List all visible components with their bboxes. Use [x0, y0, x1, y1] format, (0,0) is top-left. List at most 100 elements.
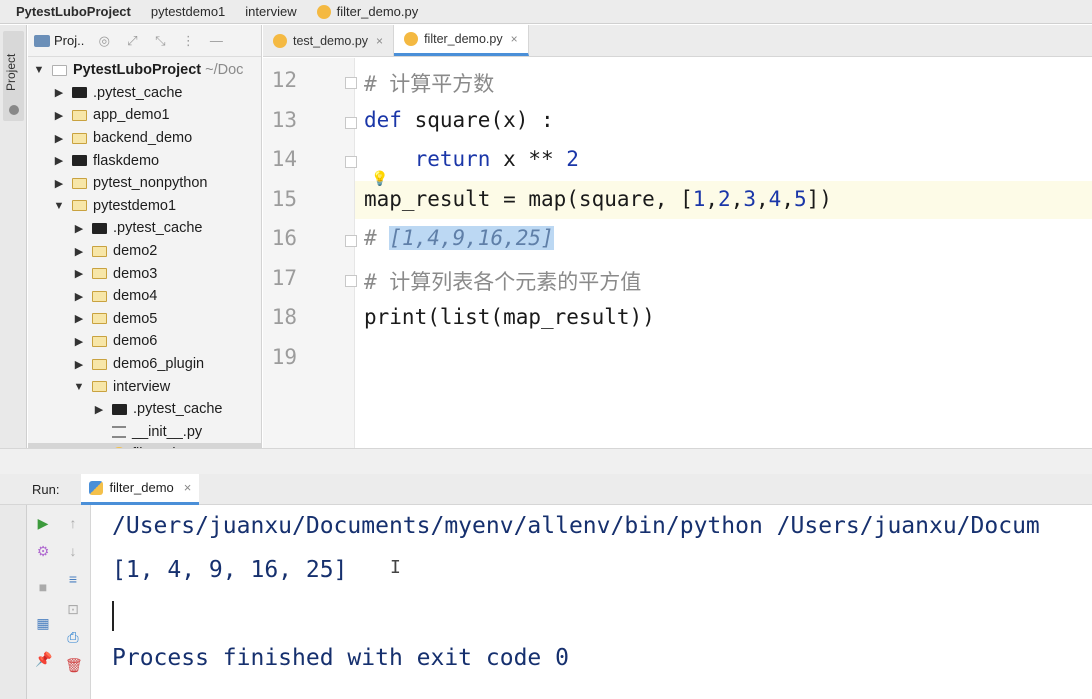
tree-item[interactable]: ▶ backend_demo — [28, 127, 261, 150]
tree-item[interactable]: ▶ demo2 — [28, 240, 261, 263]
project-tool-button[interactable]: Project — [3, 31, 24, 121]
settings-icon[interactable]: ⚙ — [35, 543, 51, 559]
fold-marker-icon[interactable] — [345, 274, 357, 287]
tree-item[interactable]: ▶ demo6 — [28, 330, 261, 353]
editor-tab[interactable]: filter_demo.py × — [394, 25, 529, 56]
close-icon[interactable]: × — [511, 32, 518, 46]
close-icon[interactable]: × — [184, 480, 192, 495]
tree-item[interactable]: ▼ pytestdemo1 — [28, 195, 261, 218]
folder-icon — [92, 290, 107, 302]
rerun-icon[interactable]: ▶ — [35, 515, 51, 531]
folder-icon — [92, 268, 107, 280]
tree-item[interactable]: ▶ .pytest_cache — [28, 398, 261, 421]
down-arrow-icon[interactable]: ↓ — [65, 543, 81, 559]
folder-icon — [72, 132, 87, 144]
code-line[interactable]: print(list(map_result)) — [364, 305, 655, 329]
chevron-right-icon[interactable]: ▶ — [52, 154, 66, 167]
tree-item[interactable]: ▶ flaskdemo — [28, 149, 261, 172]
project-icon — [9, 105, 19, 115]
tree-item-label: pytest_nonpython — [93, 175, 208, 192]
breadcrumb-item[interactable]: pytestdemo1 — [151, 4, 225, 19]
chevron-right-icon[interactable]: ▶ — [72, 245, 86, 258]
console-line: [1, 4, 9, 16, 25] — [112, 557, 348, 583]
chevron-right-icon[interactable]: ▶ — [52, 177, 66, 190]
pin-icon[interactable]: 📌 — [35, 651, 52, 667]
collapse-all-icon[interactable]: ⤡ — [152, 33, 168, 49]
panel-splitter[interactable] — [0, 448, 1092, 474]
chevron-right-icon[interactable]: ▶ — [72, 312, 86, 325]
chevron-right-icon[interactable]: ▶ — [52, 132, 66, 145]
fold-marker-icon[interactable] — [345, 156, 357, 168]
line-number: 13 — [271, 107, 297, 132]
chevron-right-icon[interactable]: ▶ — [72, 222, 86, 235]
breadcrumb-item[interactable]: PytestLuboProject — [16, 4, 131, 19]
up-arrow-icon[interactable]: ↑ — [65, 515, 81, 531]
chevron-down-icon[interactable]: ▼ — [32, 64, 46, 76]
locate-icon[interactable]: ◎ — [96, 33, 112, 49]
breadcrumb-label: filter_demo.py — [336, 4, 419, 19]
chevron-down-icon[interactable]: ▼ — [72, 381, 86, 393]
chevron-right-icon[interactable]: ▶ — [72, 267, 86, 280]
fold-marker-icon[interactable] — [345, 116, 357, 129]
run-toolbar: Run: filter_demo × — [0, 473, 1092, 505]
soft-wrap-icon[interactable]: ≡ — [65, 571, 81, 587]
tree-item[interactable]: ▼ PytestLuboProject ~/Doc — [28, 59, 261, 82]
tree-item[interactable]: ▼ interview — [28, 375, 261, 398]
excluded-folder-icon — [112, 403, 127, 415]
lightbulb-icon[interactable]: 💡 — [371, 170, 388, 187]
chevron-right-icon[interactable]: ▶ — [72, 335, 86, 348]
tree-item[interactable]: ▶ .pytest_cache — [28, 217, 261, 240]
chevron-right-icon[interactable]: ▶ — [92, 403, 106, 416]
layout-icon[interactable]: ▦ — [35, 615, 51, 631]
code-line[interactable]: map_result = map(square, [1,2,3,4,5]) — [364, 187, 832, 211]
expand-all-icon[interactable]: ⤢ — [124, 33, 140, 49]
tree-item-label: demo4 — [113, 288, 158, 305]
tree-item[interactable]: ▶ demo4 — [28, 285, 261, 308]
close-icon[interactable]: × — [376, 34, 383, 48]
fold-marker-icon[interactable] — [345, 77, 357, 89]
tree-item[interactable]: ▶ demo5 — [28, 308, 261, 331]
tree-item[interactable]: ▶ app_demo1 — [28, 104, 261, 127]
tree-item[interactable]: ▶__init__.py — [28, 421, 261, 444]
run-tab-filter-demo[interactable]: filter_demo × — [81, 473, 200, 505]
chevron-right-icon[interactable]: ▶ — [72, 358, 86, 371]
fold-marker-icon[interactable] — [345, 235, 357, 247]
chevron-down-icon[interactable]: ▼ — [52, 200, 66, 212]
breadcrumb-item[interactable]: interview — [245, 4, 296, 19]
tree-item-label: .pytest_cache — [93, 84, 183, 101]
code-line[interactable]: def square(x) : — [364, 108, 554, 132]
tree-item[interactable]: ▶ demo3 — [28, 262, 261, 285]
code-line[interactable]: # 计算列表各个元素的平方值 — [364, 266, 641, 296]
options-icon[interactable]: ⋮ — [180, 33, 196, 49]
tree-item[interactable]: ▶ demo6_plugin — [28, 353, 261, 376]
code-editor[interactable]: 12 13 14 15 16 17 18 19 💡 # 计算平方数 def square(x) … — [263, 58, 1092, 448]
folder-icon — [72, 177, 87, 189]
scroll-to-end-icon[interactable]: ⊡ — [65, 601, 81, 617]
line-number: 19 — [271, 344, 297, 369]
chevron-right-icon[interactable]: ▶ — [52, 109, 66, 122]
editor-tab[interactable]: test_demo.py × — [263, 25, 395, 56]
code-line[interactable]: return x ** 2 — [364, 147, 579, 171]
hide-icon[interactable]: — — [208, 33, 224, 49]
code-line[interactable]: # 计算平方数 — [364, 68, 494, 98]
line-number: 16 — [271, 226, 297, 250]
chevron-right-icon[interactable]: ▶ — [72, 290, 86, 303]
stop-icon[interactable]: ■ — [35, 579, 51, 595]
breadcrumb-label: PytestLuboProject — [16, 4, 131, 19]
python-file-icon — [404, 32, 419, 46]
tree-item[interactable]: ▶ pytest_nonpython — [28, 172, 261, 195]
print-icon[interactable]: ⎙ — [65, 629, 81, 645]
trash-icon[interactable]: 🗑 — [65, 657, 83, 673]
left-tool-strip: Project — [0, 25, 27, 471]
line-number: 15 — [271, 186, 297, 211]
python-file-icon — [316, 4, 331, 19]
folder-icon — [92, 245, 107, 257]
run-console[interactable]: /Users/juanxu/Documents/myenv/allenv/bin… — [92, 505, 1092, 699]
console-line: Process finished with exit code 0 — [112, 645, 569, 671]
chevron-right-icon[interactable]: ▶ — [52, 86, 66, 99]
tree-item[interactable]: ▶ .pytest_cache — [28, 82, 261, 105]
project-view-selector[interactable]: Proj.. — [34, 33, 84, 48]
breadcrumb-item[interactable]: filter_demo.py — [316, 4, 419, 19]
left-tool-strip-bottom — [0, 505, 27, 699]
code-line[interactable]: # [1,4,9,16,25] — [364, 226, 554, 250]
